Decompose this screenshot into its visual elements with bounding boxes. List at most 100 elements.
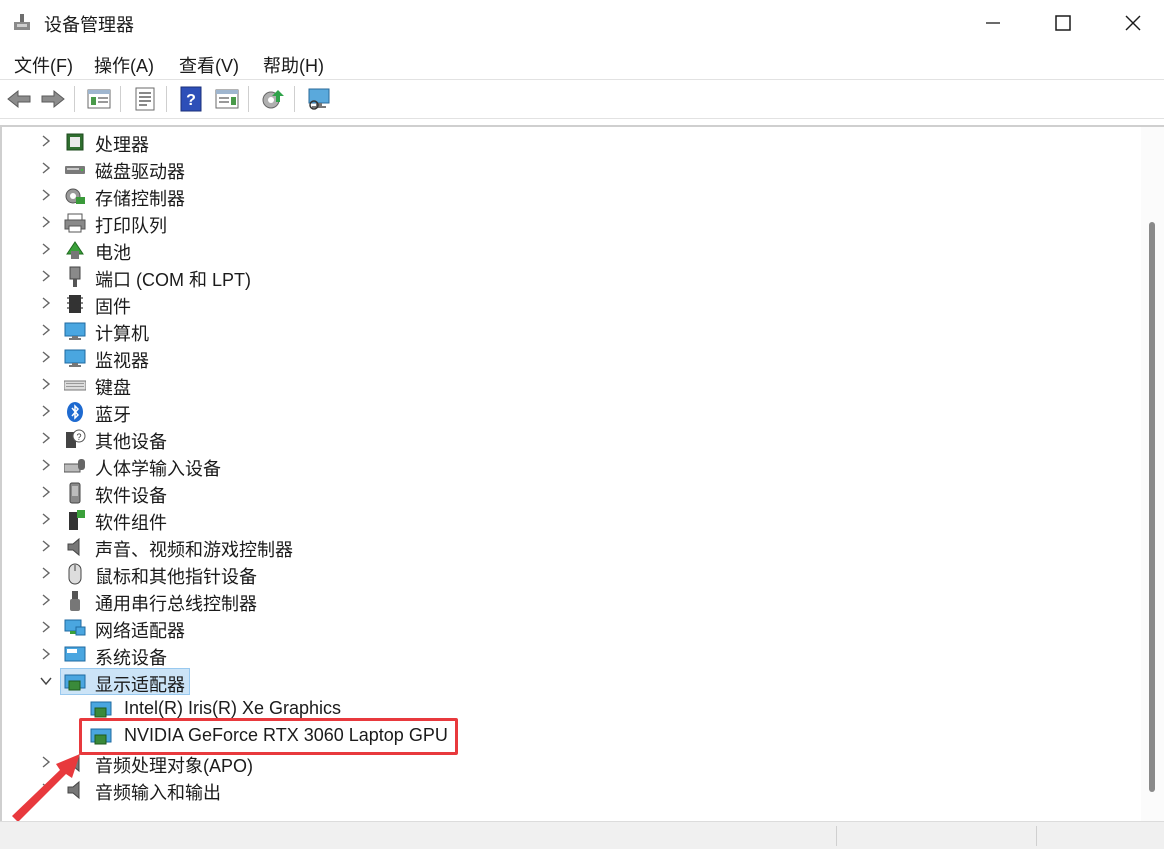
tree-item-label: 处理器 (95, 135, 149, 155)
status-bar (0, 821, 1164, 849)
tree-item-label: 键盘 (95, 378, 131, 398)
chevron-right-icon[interactable] (40, 161, 52, 175)
tree-category[interactable]: 网络适配器 (0, 614, 1000, 641)
help-button[interactable]: ? (176, 84, 206, 114)
tree-category[interactable]: 磁盘驱动器 (0, 155, 1000, 182)
properties-view-button[interactable] (84, 84, 114, 114)
battery-icon (64, 239, 86, 261)
chevron-right-icon[interactable] (40, 620, 52, 634)
system-icon (64, 644, 86, 666)
tree-category[interactable]: 蓝牙 (0, 398, 1000, 425)
chevron-right-icon[interactable] (40, 566, 52, 580)
update-driver-icon (262, 90, 284, 109)
chevron-right-icon[interactable] (40, 134, 52, 148)
tree-category[interactable]: 通用串行总线控制器 (0, 587, 1000, 614)
tree-category[interactable]: 固件 (0, 290, 1000, 317)
network-icon (64, 617, 86, 639)
menu-help[interactable]: 帮助(H) (263, 52, 324, 78)
unknown-device-icon: ? (64, 428, 86, 450)
minimize-button[interactable] (958, 0, 1028, 46)
scan-hardware-button[interactable] (304, 84, 334, 114)
list-button[interactable] (130, 84, 160, 114)
tree-item-label: 网络适配器 (95, 621, 185, 641)
chevron-right-icon[interactable] (40, 269, 52, 283)
tree-item-label: 软件设备 (95, 486, 167, 506)
chevron-right-icon[interactable] (40, 512, 52, 526)
tree-category[interactable]: 监视器 (0, 344, 1000, 371)
title-bar: 设备管理器 (0, 0, 1164, 46)
list-icon (135, 87, 155, 111)
tree-category[interactable]: 电池 (0, 236, 1000, 263)
close-icon (1125, 15, 1141, 31)
tree-category[interactable]: 软件设备 (0, 479, 1000, 506)
tree-item-label: 鼠标和其他指针设备 (95, 567, 257, 587)
menu-view[interactable]: 查看(V) (179, 52, 239, 78)
chevron-right-icon[interactable] (40, 215, 52, 229)
scrollbar-thumb[interactable] (1149, 222, 1155, 792)
tree-category[interactable]: 音频输入和输出 (0, 776, 1000, 803)
chevron-right-icon[interactable] (40, 323, 52, 337)
chevron-right-icon[interactable] (40, 188, 52, 202)
toolbar-divider (74, 86, 75, 112)
tree-category[interactable]: ? 其他设备 (0, 425, 1000, 452)
chevron-right-icon[interactable] (40, 458, 52, 472)
chevron-right-icon[interactable] (40, 242, 52, 256)
chevron-right-icon[interactable] (40, 350, 52, 364)
tree-item-label: Intel(R) Iris(R) Xe Graphics (124, 698, 342, 718)
tree-category[interactable]: 系统设备 (0, 641, 1000, 668)
maximize-icon (1055, 15, 1071, 31)
back-button[interactable] (4, 84, 34, 114)
tree-category[interactable]: 显示适配器 (0, 668, 1000, 695)
forward-icon (41, 89, 65, 109)
tree-item-label: 人体学输入设备 (95, 459, 221, 479)
chevron-down-icon[interactable] (40, 674, 52, 688)
tree-category[interactable]: 软件组件 (0, 506, 1000, 533)
toolbar: ? (0, 80, 1164, 118)
chevron-right-icon[interactable] (40, 539, 52, 553)
tree-item-label: 计算机 (95, 324, 149, 344)
toolbar-divider-line (0, 118, 1164, 119)
tree-category[interactable]: 打印队列 (0, 209, 1000, 236)
chevron-right-icon[interactable] (40, 647, 52, 661)
tree-item-label: 电池 (95, 243, 131, 263)
toolbar-divider (120, 86, 121, 112)
minimize-icon (986, 22, 1000, 24)
menu-file[interactable]: 文件(F) (14, 52, 73, 78)
display-adapter-icon (90, 698, 112, 720)
tree-item-label: 其他设备 (95, 432, 167, 452)
display-adapter-icon (64, 671, 86, 693)
tree-item-label: 软件组件 (95, 513, 167, 533)
toolbar-divider (294, 86, 295, 112)
tree-category[interactable]: 键盘 (0, 371, 1000, 398)
storage-icon (64, 185, 86, 207)
tree-category[interactable]: 存储控制器 (0, 182, 1000, 209)
tree-category[interactable]: 端口 (COM 和 LPT) (0, 263, 1000, 290)
maximize-button[interactable] (1028, 0, 1098, 46)
chevron-right-icon[interactable] (40, 404, 52, 418)
chevron-right-icon[interactable] (40, 377, 52, 391)
printer-icon (64, 212, 86, 234)
chevron-right-icon[interactable] (40, 431, 52, 445)
menu-action[interactable]: 操作(A) (94, 52, 154, 78)
tree-category[interactable]: 鼠标和其他指针设备 (0, 560, 1000, 587)
tree-category[interactable]: 人体学输入设备 (0, 452, 1000, 479)
tree-item-label: 磁盘驱动器 (95, 162, 185, 182)
tree-category[interactable]: 计算机 (0, 317, 1000, 344)
processor-icon (64, 131, 86, 153)
computer-icon (64, 320, 86, 342)
chevron-right-icon[interactable] (40, 485, 52, 499)
speaker-icon (64, 536, 86, 558)
keyboard-icon (63, 374, 87, 396)
forward-button[interactable] (38, 84, 68, 114)
tree-category[interactable]: 声音、视频和游戏控制器 (0, 533, 1000, 560)
tree-category[interactable]: 处理器 (0, 128, 1000, 155)
status-divider (836, 826, 837, 846)
chevron-right-icon[interactable] (40, 296, 52, 310)
tree-item-label: 存储控制器 (95, 189, 185, 209)
update-driver-button[interactable] (258, 84, 288, 114)
tree-item-label: 打印队列 (95, 216, 167, 236)
tree-item-label: 通用串行总线控制器 (95, 594, 257, 614)
close-button[interactable] (1098, 0, 1164, 46)
action-view-button[interactable] (212, 84, 242, 114)
chevron-right-icon[interactable] (40, 593, 52, 607)
